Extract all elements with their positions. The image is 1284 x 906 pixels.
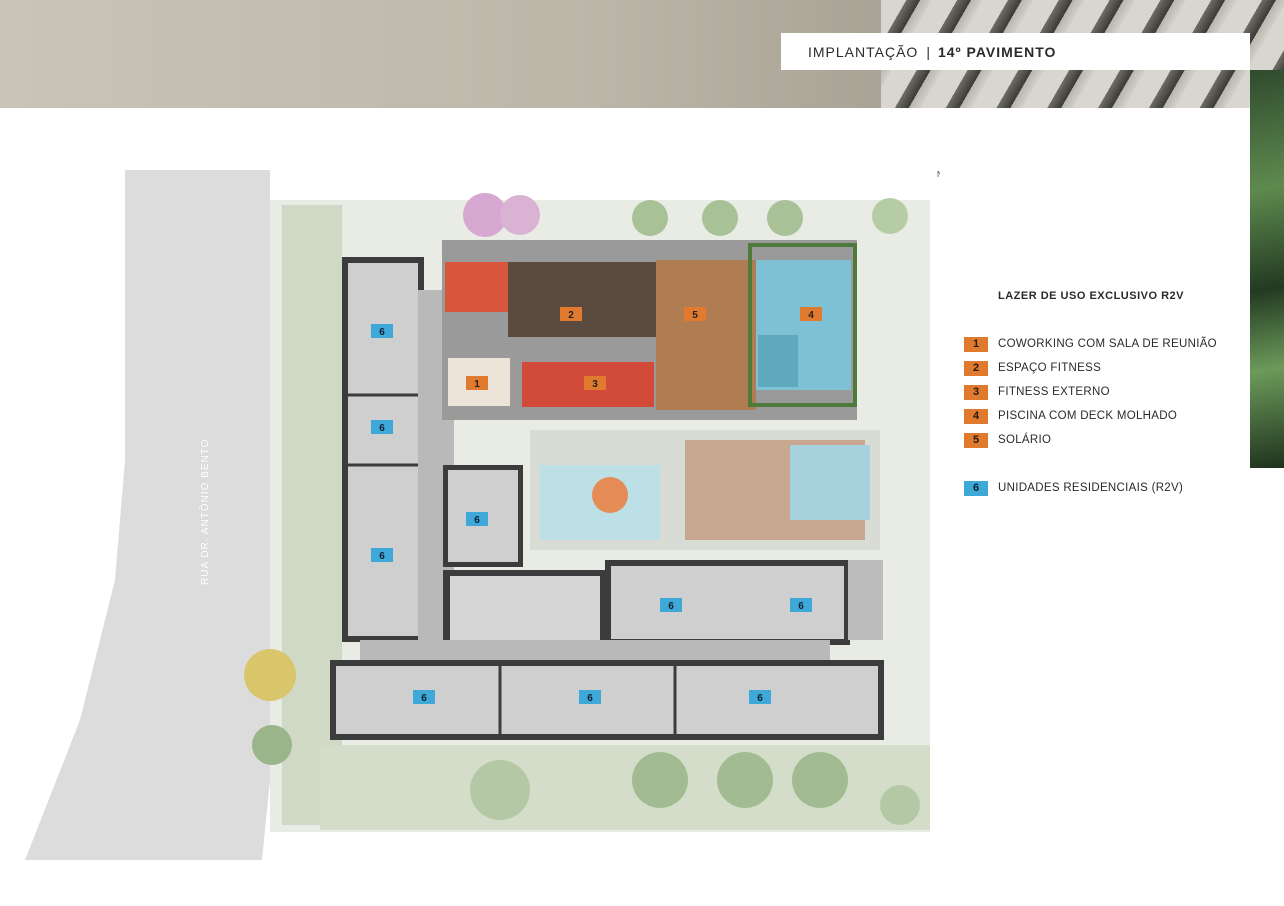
page-title: IMPLANTAÇÃO | 14º PAVIMENTO (781, 33, 1250, 70)
tree (792, 752, 848, 808)
marker-2: 2 (568, 310, 574, 321)
legend-item: 2 ESPAÇO FITNESS (964, 356, 1254, 380)
unit-marker: 6 (757, 693, 763, 704)
street (25, 170, 270, 860)
tree (880, 785, 920, 825)
tree-flowering (500, 195, 540, 235)
west-wing-floor (348, 263, 418, 636)
tree (252, 725, 292, 765)
legend-label: FITNESS EXTERNO (998, 386, 1110, 398)
legend-item: 1 COWORKING COM SALA DE REUNIÃO (964, 332, 1254, 356)
legend-label: UNIDADES RESIDENCIAIS (R2V) (998, 482, 1184, 494)
unit-marker: 6 (587, 693, 593, 704)
tree (717, 752, 773, 808)
corridor-horizontal (360, 640, 830, 662)
foliage-image (1250, 70, 1284, 468)
legend-item: 5 SOLÁRIO (964, 428, 1254, 452)
tree (632, 752, 688, 808)
marker-1: 1 (474, 379, 480, 390)
legend-num: 2 (964, 360, 988, 376)
legend-num: 3 (964, 384, 988, 400)
legend-item: 4 PISCINA COM DECK MOLHADO (964, 404, 1254, 428)
marker-3: 3 (592, 379, 598, 390)
legend-label: ESPAÇO FITNESS (998, 362, 1102, 374)
title-separator: | (926, 43, 930, 60)
fitness-room (508, 262, 656, 337)
legend-title: LAZER DE USO EXCLUSIVO R2V (998, 290, 1184, 302)
unit-marker: 6 (798, 601, 804, 612)
tree (470, 760, 530, 820)
legend-label: SOLÁRIO (998, 434, 1052, 446)
tree (702, 200, 738, 236)
unit-marker: 6 (668, 601, 674, 612)
legend: LAZER DE USO EXCLUSIVO R2V 1 COWORKING C… (964, 290, 1254, 500)
unit-marker: 6 (379, 423, 385, 434)
wet-deck (758, 335, 798, 387)
legend-item: 3 FITNESS EXTERNO (964, 380, 1254, 404)
tree (872, 198, 908, 234)
legend-label: COWORKING COM SALA DE REUNIÃO (998, 338, 1217, 350)
street-label: RUA DR. ANTÔNIO BENTO (198, 439, 211, 585)
legend-num: 4 (964, 408, 988, 424)
floor-plan-svg: RUA DR. ANTÔNIO BENTO N 1 2 3 4 5 6 6 6 … (25, 170, 955, 860)
unit-marker: 6 (421, 693, 427, 704)
marker-5: 5 (692, 310, 698, 321)
marker-4: 4 (808, 310, 814, 321)
legend-label: PISCINA COM DECK MOLHADO (998, 410, 1178, 422)
legend-num: 6 (964, 480, 988, 496)
playground (592, 477, 628, 513)
tree (767, 200, 803, 236)
unit-marker: 6 (379, 327, 385, 338)
legend-num: 1 (964, 336, 988, 352)
title-floor: 14º PAVIMENTO (937, 43, 1057, 60)
lower-pool (790, 445, 870, 520)
north-label: N (937, 170, 940, 179)
floor-plan: RUA DR. ANTÔNIO BENTO N 1 2 3 4 5 6 6 6 … (20, 160, 955, 870)
tree-yellow (244, 649, 296, 701)
solarium-deck (656, 260, 756, 410)
legend-item-residential: 6 UNIDADES RESIDENCIAIS (R2V) (964, 476, 1254, 500)
tree (632, 200, 668, 236)
legend-num: 5 (964, 432, 988, 448)
unit-marker: 6 (474, 515, 480, 526)
unit-marker: 6 (379, 551, 385, 562)
title-label: IMPLANTAÇÃO (808, 43, 919, 60)
